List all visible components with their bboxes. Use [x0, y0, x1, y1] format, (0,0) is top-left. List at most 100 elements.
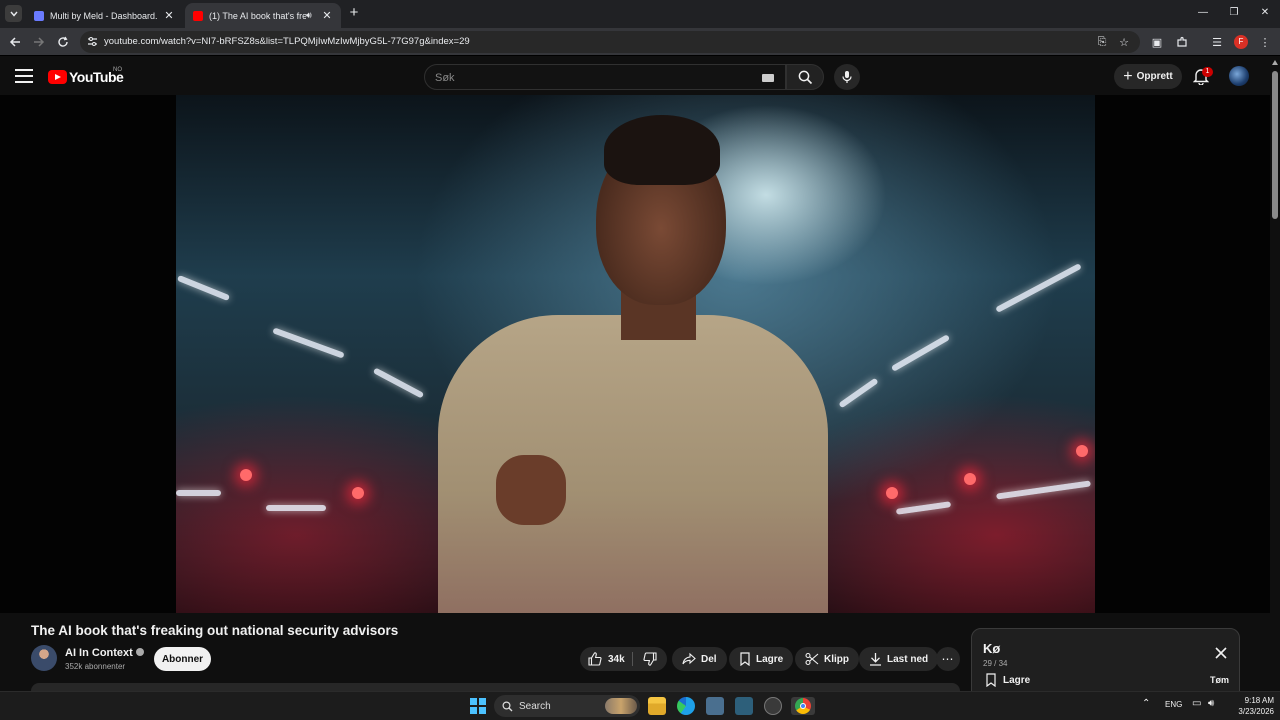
share-arrow-icon	[682, 652, 696, 665]
restore-button[interactable]: ❐	[1219, 4, 1249, 22]
windows-start-icon[interactable]	[470, 698, 486, 714]
dislike-button[interactable]	[633, 647, 667, 671]
language-indicator[interactable]: ENG	[1165, 700, 1182, 709]
scroll-up-arrow-icon[interactable]	[1272, 60, 1278, 65]
thumbs-down-icon	[643, 652, 657, 666]
page-scrollbar[interactable]	[1270, 57, 1280, 691]
save-label: Lagre	[756, 653, 784, 665]
address-bar[interactable]: youtube.com/watch?v=NI7-bRFSZ8s&list=TLP…	[80, 31, 1140, 53]
save-button[interactable]: Lagre	[729, 647, 794, 671]
studio-light	[372, 367, 425, 399]
chrome-taskbar-button[interactable]	[791, 697, 815, 715]
close-window-button[interactable]: ✕	[1250, 4, 1280, 22]
studio-light	[176, 490, 221, 496]
puzzle-piece-icon	[1177, 36, 1187, 47]
keyboard-icon[interactable]	[762, 74, 774, 82]
share-button[interactable]: Del	[672, 647, 727, 671]
tab-title: Multi by Meld - Dashboard.	[50, 10, 158, 21]
browser-tab-youtube[interactable]: (1) The AI book that's freaki 🔊︎ ✕	[185, 3, 341, 28]
notification-count-badge: 1	[1202, 67, 1213, 77]
network-icon[interactable]: ▭	[1192, 698, 1201, 709]
arrow-left-icon	[9, 37, 20, 47]
red-light	[1076, 445, 1088, 457]
profile-avatar[interactable]: F	[1234, 35, 1248, 49]
scrollbar-thumb[interactable]	[1272, 71, 1278, 219]
presenter-shirt	[438, 315, 828, 613]
kebab-menu-icon[interactable]: ⋮	[1257, 34, 1273, 50]
screen: Multi by Meld - Dashboard. ✕ (1) The AI …	[0, 0, 1280, 720]
studio-light	[895, 501, 952, 515]
red-light	[886, 487, 898, 499]
queue-panel: Kø 29 / 34 Lagre Tøm	[971, 628, 1240, 694]
subscribe-button[interactable]: Abonner	[154, 647, 211, 671]
install-app-icon[interactable]: ⎘	[1094, 34, 1110, 50]
queue-save-button[interactable]: Lagre	[985, 673, 1030, 687]
clock-time: 9:18 AM	[1244, 696, 1274, 705]
taskbar-search-label: Search	[519, 700, 551, 712]
presenter-hand	[496, 455, 566, 525]
create-button[interactable]: + Opprett	[1114, 64, 1182, 89]
clock-date: 3/23/2026	[1238, 707, 1274, 716]
browser-tab-meld[interactable]: Multi by Meld - Dashboard. ✕	[26, 3, 183, 28]
new-tab-button[interactable]: +	[346, 5, 362, 21]
video-player[interactable]	[0, 95, 1270, 613]
like-button[interactable]: 34k	[580, 647, 632, 671]
minimize-button[interactable]: —	[1188, 4, 1218, 22]
reading-list-icon[interactable]: ☰	[1209, 34, 1225, 50]
reload-button[interactable]	[55, 34, 71, 50]
puzzle-icon[interactable]	[1174, 34, 1190, 50]
taskbar-search-box[interactable]: Search	[494, 695, 640, 717]
extension-icon[interactable]: ▣	[1149, 34, 1165, 50]
download-button[interactable]: Last ned	[859, 647, 939, 671]
speaker-icon[interactable]: 🔊︎	[306, 10, 318, 21]
close-icon[interactable]	[1214, 646, 1228, 660]
share-label: Del	[701, 653, 717, 665]
search-icon	[502, 700, 513, 711]
back-button[interactable]	[7, 34, 23, 50]
hamburger-menu-icon[interactable]	[15, 69, 33, 83]
volume-icon[interactable]: 🔊︎	[1208, 698, 1214, 709]
presenter-hair	[604, 115, 720, 185]
video-frame[interactable]	[176, 95, 1095, 613]
more-actions-button[interactable]: ⋯	[936, 647, 960, 671]
voice-search-button[interactable]	[834, 64, 860, 90]
account-avatar[interactable]	[1229, 66, 1249, 86]
youtube-play-icon	[48, 70, 67, 84]
bookmark-star-icon[interactable]: ☆	[1116, 34, 1132, 50]
taskbar-clock[interactable]: 9:18 AM 3/23/2026	[1222, 695, 1274, 717]
search-icon	[798, 70, 812, 84]
like-count: 34k	[608, 653, 625, 665]
close-tab-icon[interactable]: ✕	[163, 9, 175, 22]
queue-clear-button[interactable]: Tøm	[1210, 675, 1229, 685]
browser-tab-strip: Multi by Meld - Dashboard. ✕ (1) The AI …	[0, 0, 1280, 28]
clip-button[interactable]: Klipp	[795, 647, 859, 671]
edge-browser-icon[interactable]	[677, 697, 695, 715]
queue-title: Kø	[983, 641, 1001, 656]
studio-light	[838, 377, 879, 409]
chrome-center-dot	[800, 703, 806, 709]
search-input[interactable]	[435, 70, 735, 85]
studio-light	[890, 334, 951, 372]
channel-name[interactable]: AI In Context	[65, 647, 144, 659]
close-tab-icon[interactable]: ✕	[321, 9, 333, 22]
search-button[interactable]	[786, 64, 824, 90]
photos-app-icon[interactable]	[735, 697, 753, 715]
settings-app-icon[interactable]	[764, 697, 782, 715]
description-box[interactable]	[31, 683, 960, 691]
red-light	[352, 487, 364, 499]
windows-taskbar: Search ⌃ ENG ▭ 🔊︎ 9:18 AM 3/23/2026	[0, 691, 1280, 720]
file-explorer-icon[interactable]	[648, 697, 666, 715]
tab-title: (1) The AI book that's freaki	[209, 10, 306, 21]
search-box	[424, 64, 786, 90]
tray-overflow-icon[interactable]: ⌃	[1142, 698, 1150, 709]
site-info-icon[interactable]	[87, 36, 98, 47]
app-window-icon[interactable]	[706, 697, 724, 715]
tab-search-button[interactable]	[5, 5, 22, 22]
red-light	[964, 473, 976, 485]
microphone-icon	[842, 71, 852, 83]
more-horizontal-icon: ⋯	[941, 652, 955, 666]
forward-button[interactable]	[31, 34, 47, 50]
thumbs-up-icon	[588, 652, 602, 666]
meld-favicon-icon	[34, 10, 44, 21]
channel-avatar[interactable]	[31, 645, 57, 671]
